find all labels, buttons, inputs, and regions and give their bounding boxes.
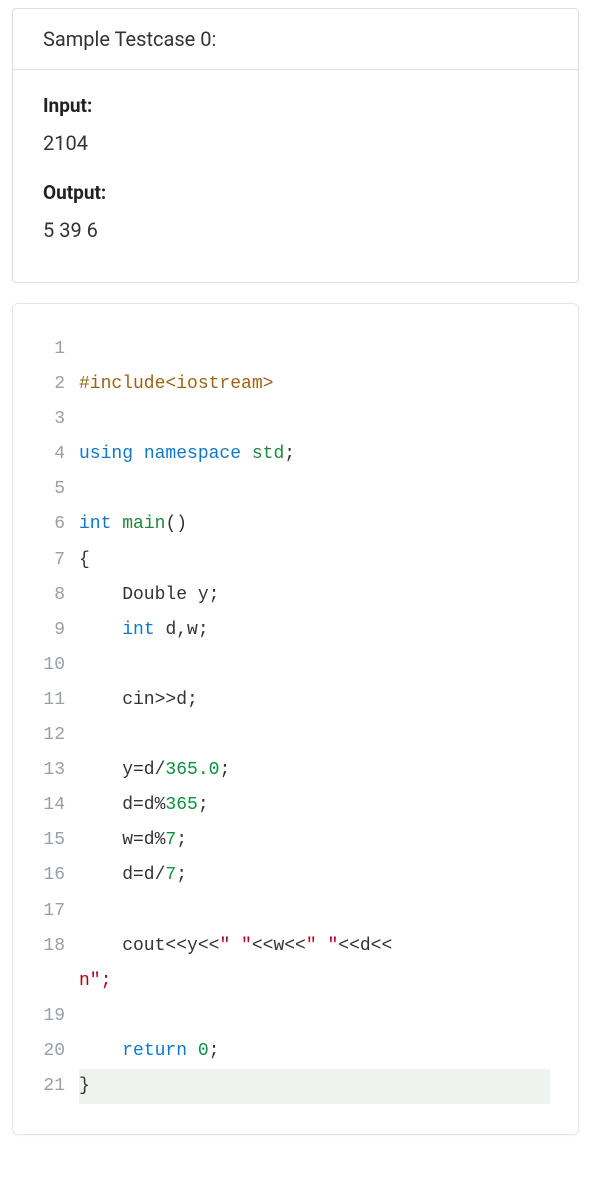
testcase-card: Sample Testcase 0: Input: 2104 Output: 5…: [12, 8, 579, 283]
code-content: y=d/365.0;: [79, 753, 550, 788]
line-number: 14: [41, 788, 79, 823]
code-line: 16 d=d/7;: [41, 858, 550, 893]
code-line: 21}: [41, 1069, 550, 1104]
code-content: [79, 718, 550, 753]
code-content: d=d/7;: [79, 858, 550, 893]
code-line: 1: [41, 332, 550, 367]
code-content: {: [79, 543, 550, 578]
code-line: 10: [41, 648, 550, 683]
line-number: 2: [41, 367, 79, 402]
code-line: 9 int d,w;: [41, 613, 550, 648]
code-content: using namespace std;: [79, 437, 550, 472]
code-content: #include<iostream>: [79, 367, 550, 402]
code-line-wrap: n";: [41, 964, 550, 999]
line-number: 13: [41, 753, 79, 788]
code-line: 15 w=d%7;: [41, 823, 550, 858]
testcase-body: Input: 2104 Output: 5 39 6: [13, 70, 578, 282]
code-line: 7{: [41, 543, 550, 578]
line-number: 7: [41, 543, 79, 578]
line-number: 19: [41, 999, 79, 1034]
code-content: n";: [79, 964, 550, 999]
code-content: [79, 472, 550, 507]
code-content: }: [79, 1069, 550, 1104]
line-number: 20: [41, 1034, 79, 1069]
line-number: 10: [41, 648, 79, 683]
code-line: 3: [41, 402, 550, 437]
output-value: 5 39 6: [43, 218, 548, 242]
code-line: 19: [41, 999, 550, 1034]
input-value: 2104: [43, 131, 548, 155]
code-content: w=d%7;: [79, 823, 550, 858]
code-line: 12: [41, 718, 550, 753]
code-content: [79, 402, 550, 437]
code-content: int main(): [79, 507, 550, 542]
code-card: 12#include<iostream>34using namespace st…: [12, 303, 579, 1135]
code-line: 20 return 0;: [41, 1034, 550, 1069]
code-content: return 0;: [79, 1034, 550, 1069]
line-number: [41, 964, 79, 999]
line-number: 12: [41, 718, 79, 753]
code-content: Double y;: [79, 578, 550, 613]
code-line: 14 d=d%365;: [41, 788, 550, 823]
code-content: [79, 332, 550, 367]
line-number: 11: [41, 683, 79, 718]
code-line: 8 Double y;: [41, 578, 550, 613]
code-content: int d,w;: [79, 613, 550, 648]
code-line: 18 cout<<y<<" "<<w<<" "<<d<<: [41, 929, 550, 964]
testcase-title: Sample Testcase 0:: [13, 9, 578, 70]
code-content: cin>>d;: [79, 683, 550, 718]
line-number: 8: [41, 578, 79, 613]
output-label: Output:: [43, 181, 548, 204]
code-content: cout<<y<<" "<<w<<" "<<d<<: [79, 929, 550, 964]
code-line: 5: [41, 472, 550, 507]
line-number: 17: [41, 894, 79, 929]
line-number: 6: [41, 507, 79, 542]
line-number: 3: [41, 402, 79, 437]
line-number: 16: [41, 858, 79, 893]
code-content: [79, 999, 550, 1034]
line-number: 4: [41, 437, 79, 472]
code-line: 17: [41, 894, 550, 929]
line-number: 9: [41, 613, 79, 648]
line-number: 21: [41, 1069, 79, 1104]
code-block[interactable]: 12#include<iostream>34using namespace st…: [41, 332, 550, 1104]
input-label: Input:: [43, 94, 548, 117]
line-number: 15: [41, 823, 79, 858]
code-line: 11 cin>>d;: [41, 683, 550, 718]
code-line: 2#include<iostream>: [41, 367, 550, 402]
code-content: [79, 648, 550, 683]
code-line: 6int main(): [41, 507, 550, 542]
line-number: 5: [41, 472, 79, 507]
line-number: 18: [41, 929, 79, 964]
code-content: d=d%365;: [79, 788, 550, 823]
line-number: 1: [41, 332, 79, 367]
code-line: 4using namespace std;: [41, 437, 550, 472]
code-content: [79, 894, 550, 929]
code-line: 13 y=d/365.0;: [41, 753, 550, 788]
